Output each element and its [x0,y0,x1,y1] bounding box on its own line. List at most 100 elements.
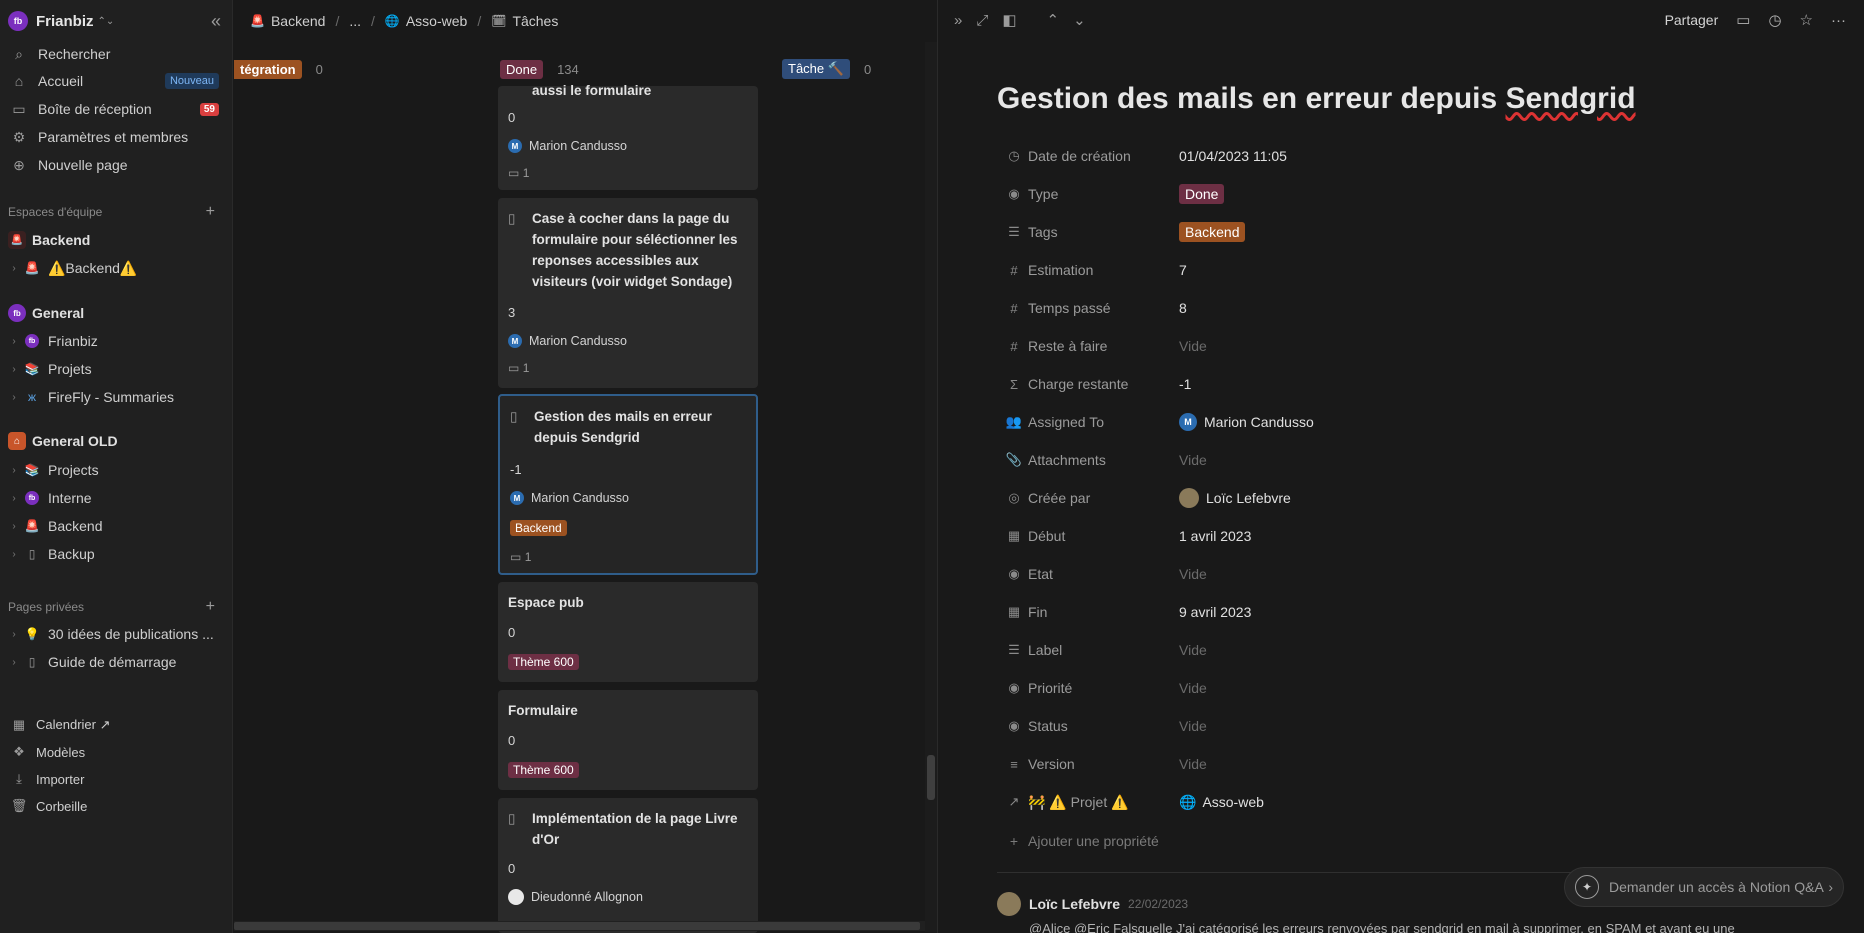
property-row[interactable]: ◉ Status Vide [1004,711,1804,741]
page-backend[interactable]: › 🚨 Backend [8,513,225,539]
comment-icon[interactable]: ▭ [1736,11,1750,29]
property-value[interactable]: Done [1179,184,1225,204]
property-value[interactable]: 01/04/2023 11:05 [1179,148,1287,164]
property-row[interactable]: ▦ Fin 9 avril 2023 [1004,597,1804,627]
property-value[interactable]: Backend [1179,222,1246,242]
property-row[interactable]: # Estimation 7 [1004,255,1804,285]
property-row[interactable]: ◉ Priorité Vide [1004,673,1804,703]
page-guide[interactable]: › ▯ Guide de démarrage [8,649,225,675]
page-backup[interactable]: › ▯ Backup [8,541,225,567]
team-backend[interactable]: 🚨 Backend [8,227,225,253]
board-card[interactable]: ▯ Case à cocher dans la page du formulai… [498,198,758,388]
breadcrumb-item[interactable]: Asso-web [406,13,467,29]
property-row[interactable]: 👥 Assigned To M Marion Candusso [1004,407,1804,437]
property-row[interactable]: # Reste à faire Vide [1004,331,1804,361]
property-value[interactable]: Vide [1179,642,1207,658]
collapse-sidebar-icon[interactable]: « [211,11,221,32]
chevron-right-icon[interactable]: › [8,336,20,347]
property-row[interactable]: ↗ 🚧 ⚠️ Projet ⚠️ 🌐 Asso-web [1004,787,1804,817]
chevron-right-icon[interactable]: › [8,493,20,504]
page-firefly[interactable]: › ж FireFly - Summaries [8,384,225,410]
property-value[interactable]: -1 [1179,376,1191,392]
property-row[interactable]: ◉ Type Done [1004,179,1804,209]
view-mode-icon[interactable]: ◧ [1002,11,1016,29]
property-row[interactable]: 📎 Attachments Vide [1004,445,1804,475]
property-row[interactable]: ☰ Tags Backend [1004,217,1804,247]
property-value[interactable]: Vide [1179,338,1207,354]
page-backend-warning[interactable]: › 🚨 ⚠️Backend⚠️ [8,255,225,281]
property-value[interactable]: M Marion Candusso [1179,413,1314,431]
column-header-tache[interactable]: Tâche 🔨 0 [782,59,871,79]
add-private-page-icon[interactable]: + [206,598,215,616]
chevron-right-icon[interactable]: › [8,521,20,532]
breadcrumb-item[interactable]: Backend [271,13,325,29]
board-card-selected[interactable]: ▯ Gestion des mails en erreur depuis Sen… [498,394,758,575]
page-interne[interactable]: › fb Interne [8,485,225,511]
property-row[interactable]: ≡ Version Vide [1004,749,1804,779]
property-value[interactable]: Vide [1179,566,1207,582]
property-value[interactable]: 8 [1179,300,1187,316]
property-value[interactable]: Vide [1179,756,1207,772]
footer-trash[interactable]: 🗑 Corbeille [8,794,225,818]
property-row[interactable]: ◷ Date de création 01/04/2023 11:05 [1004,141,1804,171]
history-icon[interactable]: ◷ [1768,11,1781,29]
expand-icon[interactable]: ⤢ [976,12,988,29]
workspace-switcher[interactable]: fb Frianbiz ⌃⌄ « [8,9,225,33]
team-general[interactable]: fb General [8,300,225,326]
board-card[interactable]: ▯ Implémentation de la page Livre d'Or 0… [498,798,758,933]
chevron-right-icon[interactable]: › [8,657,20,668]
board-card[interactable]: Formulaire 0 Thème 600 [498,690,758,790]
property-row[interactable]: ☰ Label Vide [1004,635,1804,665]
add-team-space-icon[interactable]: + [206,203,215,221]
property-value[interactable]: 1 avril 2023 [1179,528,1251,544]
page-projects[interactable]: › 📚 Projects [8,457,225,483]
page-30-idees[interactable]: › 💡 30 idées de publications ... [8,621,225,647]
nav-settings[interactable]: ⚙ Paramètres et membres [8,124,225,150]
page-frianbiz[interactable]: › fb Frianbiz [8,328,225,354]
vertical-scrollbar-thumb[interactable] [927,755,935,800]
chevron-right-icon[interactable]: › [8,465,20,476]
star-icon[interactable]: ☆ [1800,11,1813,29]
chevron-right-icon[interactable]: › [8,364,20,375]
property-value[interactable]: Vide [1179,718,1207,734]
breadcrumb-ellipsis[interactable]: ... [349,13,361,29]
chevron-right-icon[interactable]: › [8,392,20,403]
board-card[interactable]: Espace pub 0 Thème 600 [498,582,758,682]
property-value[interactable]: Vide [1179,452,1207,468]
page-title[interactable]: Gestion des mails en erreur depuis Sendg… [997,82,1636,116]
property-value[interactable]: 7 [1179,262,1187,278]
footer-templates[interactable]: ❖ Modèles [8,740,225,764]
chevron-down-icon[interactable]: ⌄ [1073,11,1086,29]
column-header-integration[interactable]: tégration 0 [234,59,323,79]
property-value[interactable]: Loïc Lefebvre [1179,488,1291,508]
close-peek-icon[interactable]: » [954,12,962,29]
property-row[interactable]: # Temps passé 8 [1004,293,1804,323]
chevron-right-icon[interactable]: › [8,549,20,560]
property-row[interactable]: ◎ Créée par Loïc Lefebvre [1004,483,1804,513]
chevron-right-icon[interactable]: › [8,629,20,640]
property-row[interactable]: Σ Charge restante -1 [1004,369,1804,399]
team-general-old[interactable]: ⌂ General OLD [8,428,225,454]
chevron-up-icon[interactable]: ⌃ [1047,11,1060,29]
property-row[interactable]: ◉ Etat Vide [1004,559,1804,589]
property-value[interactable]: 🌐 Asso-web [1179,794,1264,811]
nav-new-page[interactable]: ⊕ Nouvelle page [8,152,225,178]
nav-inbox[interactable]: ▭ Boîte de réception 59 [8,96,225,122]
property-value[interactable]: Vide [1179,680,1207,696]
page-projets[interactable]: › 📚 Projets [8,356,225,382]
breadcrumb-item[interactable]: Tâches [512,13,558,29]
nav-search[interactable]: ⌕ Rechercher [8,41,225,67]
private-pages-header[interactable]: Pages privées + [8,597,225,617]
chevron-right-icon[interactable]: › [8,263,20,274]
property-value[interactable]: 9 avril 2023 [1179,604,1251,620]
notion-qa-button[interactable]: ✦ Demander un accès à Notion Q&A › [1564,867,1844,907]
nav-home[interactable]: ⌂ Accueil Nouveau [8,68,225,94]
horizontal-scrollbar-thumb[interactable] [234,922,920,930]
column-header-done[interactable]: Done 134 [500,59,579,79]
footer-calendar[interactable]: ▦ Calendrier ↗ [8,713,225,737]
more-icon[interactable]: ··· [1831,12,1846,29]
comment-author[interactable]: Loïc Lefebvre [1029,896,1120,912]
footer-import[interactable]: ⤓ Importer [8,767,225,791]
team-spaces-header[interactable]: Espaces d'équipe + [8,202,225,222]
property-row[interactable]: ▦ Début 1 avril 2023 [1004,521,1804,551]
